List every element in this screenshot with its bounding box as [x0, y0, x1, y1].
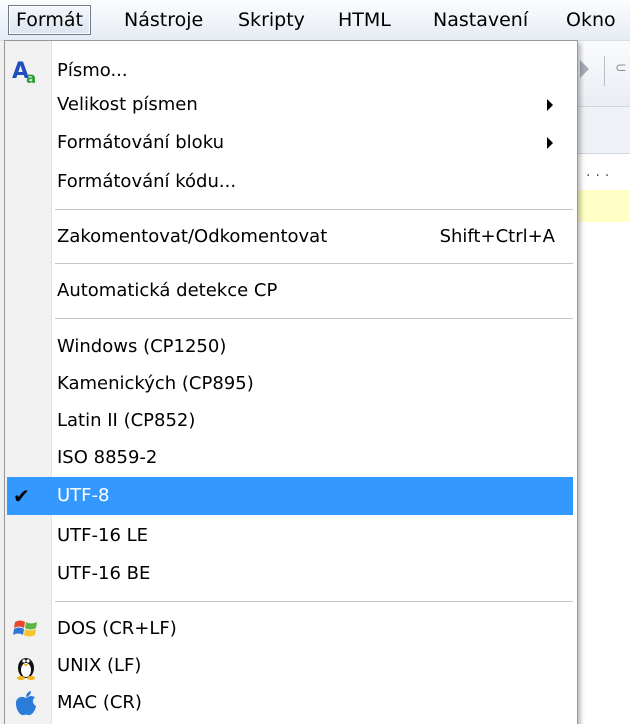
- menu-item-label: Zakomentovat/Odkomentovat: [57, 226, 328, 247]
- menu-item-encoding-iso-8859-2[interactable]: ISO 8859-2: [7, 439, 573, 477]
- menu-item-encoding-utf-16-le[interactable]: UTF-16 LE: [7, 517, 573, 555]
- linux-tux-icon: [17, 658, 35, 680]
- menu-item-encoding-cp895[interactable]: Kamenických (CP895): [7, 365, 573, 403]
- menu-item-line-ending-mac[interactable]: MAC (CR): [7, 684, 573, 722]
- menu-item-label: Písmo...: [57, 60, 128, 81]
- menu-settings[interactable]: Nastavení: [433, 6, 528, 34]
- checkmark-icon: ✔: [13, 484, 30, 508]
- menu-item-encoding-cp1250[interactable]: Windows (CP1250): [7, 328, 573, 366]
- menu-item-label: Latin II (CP852): [57, 410, 196, 431]
- menu-item-label: ISO 8859-2: [57, 447, 158, 468]
- menu-html[interactable]: HTML: [338, 6, 391, 34]
- menu-scripts[interactable]: Skripty: [238, 6, 305, 34]
- apple-icon: [15, 691, 36, 716]
- menu-item-label: UNIX (LF): [57, 655, 142, 676]
- menu-item-label: Formátování bloku: [57, 132, 224, 153]
- menu-item-comment-toggle[interactable]: Zakomentovat/Odkomentovat Shift+Ctrl+A: [7, 218, 573, 256]
- menu-item-label: Velikost písmen: [57, 94, 198, 115]
- menu-item-encoding-cp852[interactable]: Latin II (CP852): [7, 402, 573, 440]
- menu-tools[interactable]: Nástroje: [124, 6, 203, 34]
- menu-item-line-ending-unix[interactable]: UNIX (LF): [7, 647, 573, 685]
- editor-current-line: [578, 190, 630, 222]
- menu-item-auto-detect-cp[interactable]: Automatická detekce CP: [7, 272, 573, 310]
- menu-item-label: Automatická detekce CP: [57, 280, 278, 301]
- menu-item-code-format[interactable]: Formátování kódu...: [7, 163, 573, 201]
- menu-item-font-size[interactable]: Velikost písmen: [7, 86, 573, 124]
- menu-format[interactable]: Formát: [8, 5, 91, 35]
- format-dropdown-menu: A a Písmo... Velikost písmen Formátování…: [4, 40, 578, 724]
- play-arrow-icon[interactable]: [580, 60, 589, 78]
- menu-separator: [55, 601, 573, 603]
- app-window: ⊂ ... Formát Nástroje Skripty HTML Nasta…: [0, 0, 630, 724]
- menu-item-shortcut: Shift+Ctrl+A: [439, 226, 555, 247]
- svg-text:a: a: [26, 69, 36, 86]
- editor-tab-strip: [578, 107, 630, 154]
- menu-item-block-format[interactable]: Formátování bloku: [7, 124, 573, 162]
- menu-separator: [55, 209, 573, 211]
- menu-bar: Formát Nástroje Skripty HTML Nastavení O…: [0, 0, 630, 41]
- menu-item-encoding-utf-8[interactable]: ✔ UTF-8: [7, 477, 573, 515]
- ruler-ticks: ...: [586, 164, 615, 180]
- menu-item-label: UTF-16 BE: [57, 563, 151, 584]
- menu-item-line-ending-dos[interactable]: DOS (CR+LF): [7, 610, 573, 648]
- font-icon: A a: [12, 59, 36, 86]
- menu-separator: [55, 318, 573, 320]
- menu-item-label: Formátování kódu...: [57, 171, 237, 192]
- menu-separator: [55, 263, 573, 265]
- submenu-arrow-icon: [547, 99, 553, 111]
- menu-item-label: UTF-16 LE: [57, 525, 149, 546]
- windows-icon: [13, 620, 37, 637]
- toolbar-divider: [604, 56, 605, 86]
- menu-item-label: DOS (CR+LF): [57, 618, 177, 639]
- menu-item-label: UTF-8: [57, 485, 110, 506]
- menu-item-label: MAC (CR): [57, 692, 142, 713]
- menu-item-label: Kamenických (CP895): [57, 373, 254, 394]
- submenu-arrow-icon: [547, 137, 553, 149]
- menu-item-encoding-utf-16-be[interactable]: UTF-16 BE: [7, 555, 573, 593]
- menu-item-font[interactable]: A a Písmo...: [7, 52, 573, 90]
- menu-window[interactable]: Okno: [566, 6, 616, 34]
- toolbar-button-icon[interactable]: ⊂: [615, 60, 627, 76]
- menu-item-label: Windows (CP1250): [57, 336, 227, 357]
